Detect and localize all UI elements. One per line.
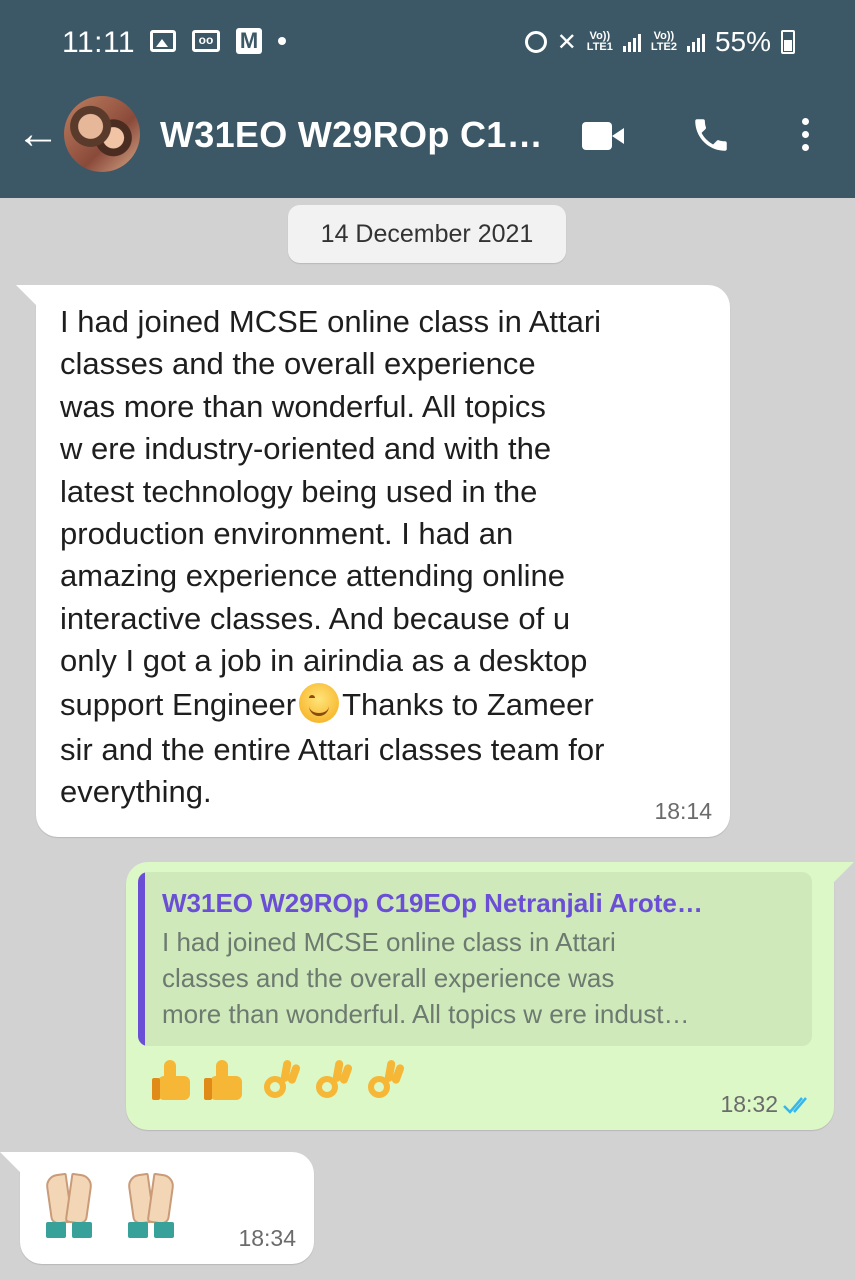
message-line: interactive classes. And because of u <box>60 600 571 636</box>
back-arrow-icon[interactable]: ← <box>16 112 60 156</box>
message-line: everything. <box>60 774 212 810</box>
message-timestamp: 18:32 <box>720 1091 778 1117</box>
message-line: classes and the overall experience <box>60 346 536 382</box>
app-bar: ← W31EO W29ROp C1… <box>0 92 855 198</box>
read-receipt-icon <box>783 1097 807 1114</box>
thumbs-up-emoji-icon <box>152 1058 198 1104</box>
lte2-label: LTE2 <box>650 41 677 53</box>
alarm-icon <box>524 31 547 53</box>
message-line: only I got a job in airindia as a deskto… <box>60 643 588 679</box>
incoming-message-bubble[interactable]: 18:34 <box>0 1152 314 1264</box>
quoted-message[interactable]: W31EO W29ROp C19EOp Netranjali Arote… I … <box>138 872 812 1046</box>
status-time: 11:11 <box>62 26 136 59</box>
message-fragment: Thanks to Zameer <box>342 686 594 722</box>
message-line: production environment. I had an <box>60 516 514 552</box>
ok-hand-emoji-icon <box>308 1058 354 1104</box>
voice-call-icon[interactable] <box>690 114 732 156</box>
notification-icons: oo M <box>150 28 286 54</box>
message-line: I had joined MCSE online class in Attari <box>60 304 602 339</box>
vibrate-mute-icon: ✕ <box>556 28 577 56</box>
mail-notification-icon: M <box>236 28 262 54</box>
outgoing-message-bubble[interactable]: W31EO W29ROp C19EOp Netranjali Arote… I … <box>126 862 854 1130</box>
folded-hands-emoji-icon <box>42 1170 96 1242</box>
smiling-face-emoji-icon <box>299 682 340 723</box>
chat-title[interactable]: W31EO W29ROp C1… <box>160 114 543 156</box>
quote-accent-bar <box>138 872 145 1046</box>
voicemail-icon: oo <box>192 30 220 52</box>
gallery-notification-icon <box>150 30 176 52</box>
message-line: amazing experience attending online <box>60 558 565 594</box>
chat-header: 11:11 oo M ✕ Vo)) LTE1 Vo)) LTE2 55% ← W… <box>0 0 855 198</box>
more-options-icon[interactable] <box>795 118 815 154</box>
video-call-icon[interactable] <box>582 122 628 150</box>
folded-hands-emoji-icon <box>124 1170 178 1242</box>
message-line-with-emoji: support Engineer Thanks to Zameer <box>60 682 710 729</box>
message-line: w ere industry-oriented and with the <box>60 431 552 467</box>
status-bar: 11:11 oo M ✕ Vo)) LTE1 Vo)) LTE2 55% <box>0 0 855 92</box>
signal-bars-1-icon <box>622 32 641 52</box>
date-separator: 14 December 2021 <box>288 205 566 263</box>
sim1-network: Vo)) LTE1 <box>587 31 613 53</box>
message-line: was more than wonderful. All topics <box>60 388 546 424</box>
ok-hand-emoji-icon <box>360 1058 406 1104</box>
ok-hand-emoji-icon <box>256 1058 302 1104</box>
quote-text: I had joined MCSE online class in Attari… <box>162 924 802 1032</box>
battery-icon <box>781 30 795 54</box>
message-timestamp: 18:14 <box>654 798 712 824</box>
emoji-row <box>42 1170 178 1242</box>
sim2-network: Vo)) LTE2 <box>651 31 677 53</box>
quote-line: classes and the overall experience was <box>162 963 615 993</box>
quote-author: W31EO W29ROp C19EOp Netranjali Arote… <box>162 888 703 918</box>
quote-line: more than wonderful. All topics w ere in… <box>162 999 690 1029</box>
incoming-message-bubble[interactable]: I had joined MCSE online class in Attari… <box>16 285 730 837</box>
avatar[interactable] <box>64 96 140 172</box>
message-line: latest technology being used in the <box>60 473 538 509</box>
more-notifications-dot-icon <box>278 37 286 45</box>
message-text: I had joined MCSE online class in Attari… <box>60 301 710 813</box>
lte1-label: LTE1 <box>586 41 613 53</box>
message-fragment: support Engineer <box>60 686 297 722</box>
thumbs-up-emoji-icon <box>204 1058 250 1104</box>
emoji-row <box>152 1058 406 1104</box>
signal-bars-2-icon <box>686 32 705 52</box>
message-timestamp: 18:34 <box>238 1225 296 1251</box>
battery-percent: 55% <box>714 26 771 57</box>
system-status: ✕ Vo)) LTE1 Vo)) LTE2 55% <box>524 26 795 58</box>
message-line: sir and the entire Attari classes team f… <box>60 731 605 767</box>
quote-line: I had joined MCSE online class in Attari <box>162 927 616 957</box>
